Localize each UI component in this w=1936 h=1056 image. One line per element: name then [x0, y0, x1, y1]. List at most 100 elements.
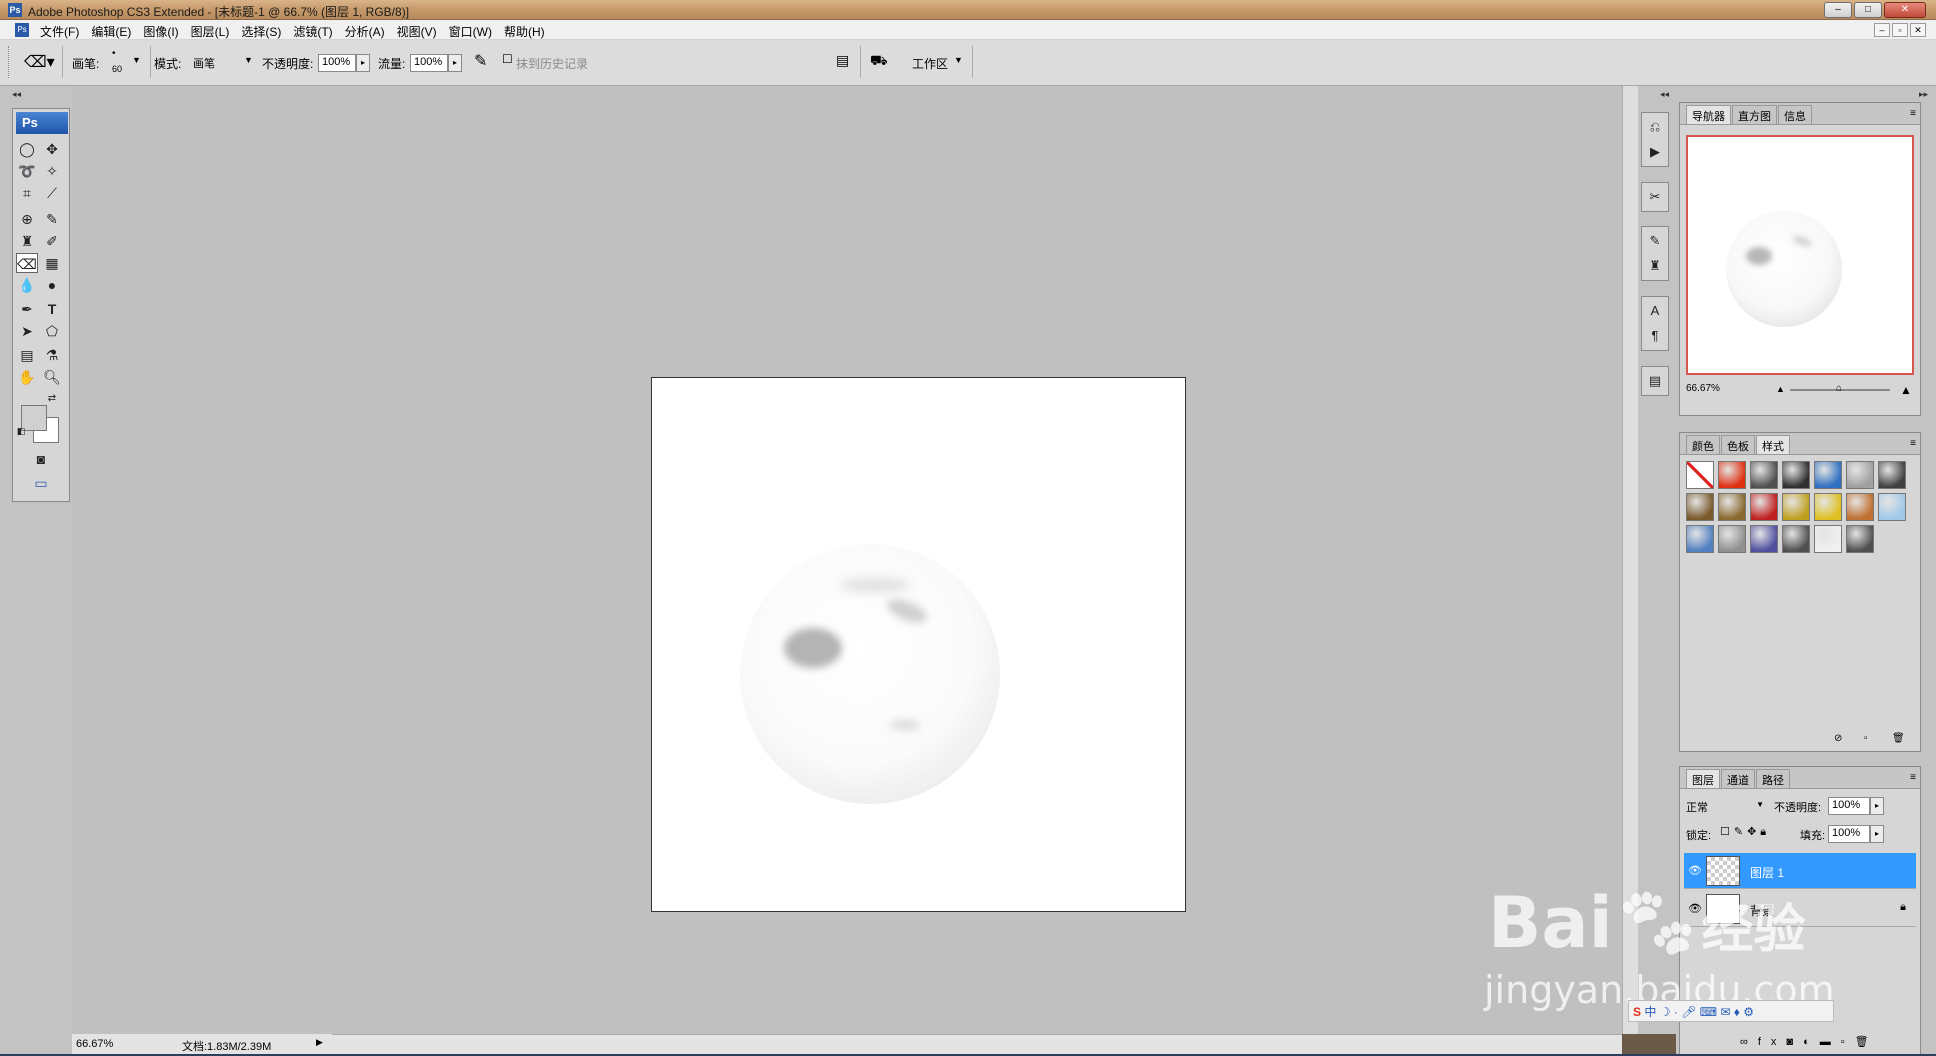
- close-button[interactable]: ✕: [1884, 2, 1926, 18]
- menu-select[interactable]: 选择(S): [235, 22, 287, 41]
- screen-mode-icon[interactable]: ▭: [25, 473, 57, 493]
- paragraph-panel-icon[interactable]: ¶: [1644, 325, 1666, 347]
- magic-wand-tool-icon[interactable]: ✧: [41, 161, 63, 181]
- eyedropper-tool-icon[interactable]: ⚗: [41, 345, 63, 365]
- tab-styles[interactable]: 样式: [1756, 435, 1790, 454]
- style-swatch[interactable]: [1814, 525, 1842, 553]
- opacity-slider-arrow-icon[interactable]: ▸: [356, 54, 370, 72]
- minimize-button[interactable]: –: [1824, 2, 1852, 18]
- default-colors-icon[interactable]: ◧: [15, 425, 27, 437]
- zoom-slider-thumb[interactable]: ⌂: [1836, 383, 1842, 394]
- style-swatch[interactable]: [1718, 525, 1746, 553]
- style-swatch[interactable]: [1782, 493, 1810, 521]
- layer-opacity-arrow-icon[interactable]: ▸: [1870, 797, 1884, 815]
- zoom-tool-icon[interactable]: 🔍︎: [41, 367, 63, 387]
- panel-menu-icon[interactable]: ≡: [1910, 438, 1916, 449]
- maximize-button[interactable]: □: [1854, 2, 1882, 18]
- dodge-tool-icon[interactable]: ●: [41, 275, 63, 295]
- style-swatch[interactable]: [1846, 461, 1874, 489]
- tab-channels[interactable]: 通道: [1721, 769, 1755, 788]
- options-bar-grip[interactable]: [8, 46, 12, 78]
- history-brush-tool-icon[interactable]: ✐: [41, 231, 63, 251]
- tab-swatches[interactable]: 色板: [1721, 435, 1755, 454]
- brushes-panel-icon[interactable]: ✎: [1644, 230, 1666, 252]
- tab-navigator[interactable]: 导航器: [1686, 105, 1731, 124]
- new-style-icon[interactable]: ▫: [1864, 733, 1868, 744]
- document-canvas[interactable]: [651, 377, 1186, 912]
- adjustment-layer-icon[interactable]: ◐: [1803, 1036, 1820, 1048]
- gradient-tool-icon[interactable]: ▦: [41, 253, 63, 273]
- actions-panel-icon[interactable]: ▶: [1644, 141, 1666, 163]
- marquee-tool-icon[interactable]: ◯: [16, 139, 38, 159]
- tab-layers[interactable]: 图层: [1686, 769, 1720, 788]
- fill-field[interactable]: 100%: [1828, 825, 1870, 843]
- navigator-preview[interactable]: [1686, 135, 1914, 375]
- quick-mask-icon[interactable]: ◙: [29, 449, 53, 469]
- tool-presets-icon[interactable]: ✂: [1644, 186, 1666, 208]
- status-zoom[interactable]: 66.67%: [76, 1038, 113, 1050]
- healing-brush-tool-icon[interactable]: ⊕: [16, 209, 38, 229]
- clear-style-icon[interactable]: ⊘: [1834, 733, 1842, 744]
- style-swatch[interactable]: [1814, 493, 1842, 521]
- eraser-tool-icon[interactable]: ⌫: [16, 253, 38, 273]
- blur-tool-icon[interactable]: 💧: [16, 275, 38, 295]
- menu-help[interactable]: 帮助(H): [498, 22, 551, 41]
- menu-edit[interactable]: 编辑(E): [85, 22, 137, 41]
- pen-tool-icon[interactable]: ✒: [16, 299, 38, 319]
- panel-menu-icon[interactable]: ≡: [1910, 108, 1916, 119]
- no-style-swatch[interactable]: [1686, 461, 1714, 489]
- style-swatch[interactable]: [1878, 461, 1906, 489]
- blend-mode-select[interactable]: 正常 ▼: [1686, 799, 1764, 815]
- clone-stamp-tool-icon[interactable]: ♜: [16, 231, 38, 251]
- link-layers-icon[interactable]: ∞: [1740, 1036, 1758, 1048]
- delete-layer-icon[interactable]: 🗑︎: [1855, 1036, 1879, 1048]
- style-swatch[interactable]: [1686, 493, 1714, 521]
- menu-view[interactable]: 视图(V): [391, 22, 443, 41]
- tab-paths[interactable]: 路径: [1756, 769, 1790, 788]
- zoom-out-icon[interactable]: ▲: [1776, 384, 1785, 394]
- swap-colors-icon[interactable]: ⇄: [45, 393, 59, 405]
- ime-mode[interactable]: 中: [1644, 1005, 1656, 1019]
- layer-style-icon[interactable]: fx: [1758, 1036, 1787, 1048]
- style-swatch[interactable]: [1718, 461, 1746, 489]
- zoom-in-icon[interactable]: ▲: [1900, 383, 1912, 397]
- layer-comps-icon[interactable]: ▤: [1644, 370, 1666, 392]
- navigator-zoom-value[interactable]: 66.67%: [1686, 383, 1720, 394]
- character-panel-icon[interactable]: A: [1644, 300, 1666, 322]
- clone-source-icon[interactable]: ♜: [1644, 255, 1666, 277]
- style-swatch[interactable]: [1782, 525, 1810, 553]
- collapse-dock-icon[interactable]: ▸▸: [1919, 89, 1928, 100]
- type-tool-icon[interactable]: T: [41, 299, 63, 319]
- flow-slider-arrow-icon[interactable]: ▸: [448, 54, 462, 72]
- erase-history-checkbox[interactable]: ☐: [502, 52, 513, 66]
- tab-color[interactable]: 颜色: [1686, 435, 1720, 454]
- workspace-menu[interactable]: 工作区: [912, 55, 948, 72]
- flow-field[interactable]: 100%: [410, 54, 448, 72]
- doc-close-button[interactable]: ✕: [1910, 23, 1926, 37]
- lasso-tool-icon[interactable]: ➰: [16, 161, 38, 181]
- bridge-icon[interactable]: ⛟: [870, 52, 888, 71]
- shape-tool-icon[interactable]: ⬠: [41, 321, 63, 341]
- style-swatch[interactable]: [1750, 461, 1778, 489]
- menu-filter[interactable]: 滤镜(T): [287, 22, 338, 41]
- menu-image[interactable]: 图像(I): [137, 22, 184, 41]
- notes-tool-icon[interactable]: ▤: [16, 345, 38, 365]
- status-menu-arrow-icon[interactable]: ▶: [316, 1037, 323, 1048]
- new-layer-icon[interactable]: ▫: [1841, 1036, 1855, 1048]
- style-swatch[interactable]: [1846, 493, 1874, 521]
- style-swatch[interactable]: [1846, 525, 1874, 553]
- mode-dropdown-icon[interactable]: ▼: [244, 55, 253, 65]
- tab-histogram[interactable]: 直方图: [1732, 105, 1777, 124]
- opacity-field[interactable]: 100%: [318, 54, 356, 72]
- style-swatch[interactable]: [1814, 461, 1842, 489]
- brush-tool-icon[interactable]: ✎: [41, 209, 63, 229]
- layer-name[interactable]: 图层 1: [1750, 864, 1784, 881]
- eraser-tool-preset-icon[interactable]: ⌫▾: [24, 52, 55, 72]
- style-swatch[interactable]: [1782, 461, 1810, 489]
- app-menu-icon[interactable]: Ps: [15, 23, 29, 37]
- canvas-workspace[interactable]: [72, 86, 1622, 1034]
- airbrush-icon[interactable]: ✎: [474, 51, 487, 71]
- visibility-eye-icon[interactable]: 👁︎: [1688, 864, 1702, 877]
- style-swatch[interactable]: [1750, 493, 1778, 521]
- brush-picker-arrow-icon[interactable]: ▼: [132, 55, 141, 65]
